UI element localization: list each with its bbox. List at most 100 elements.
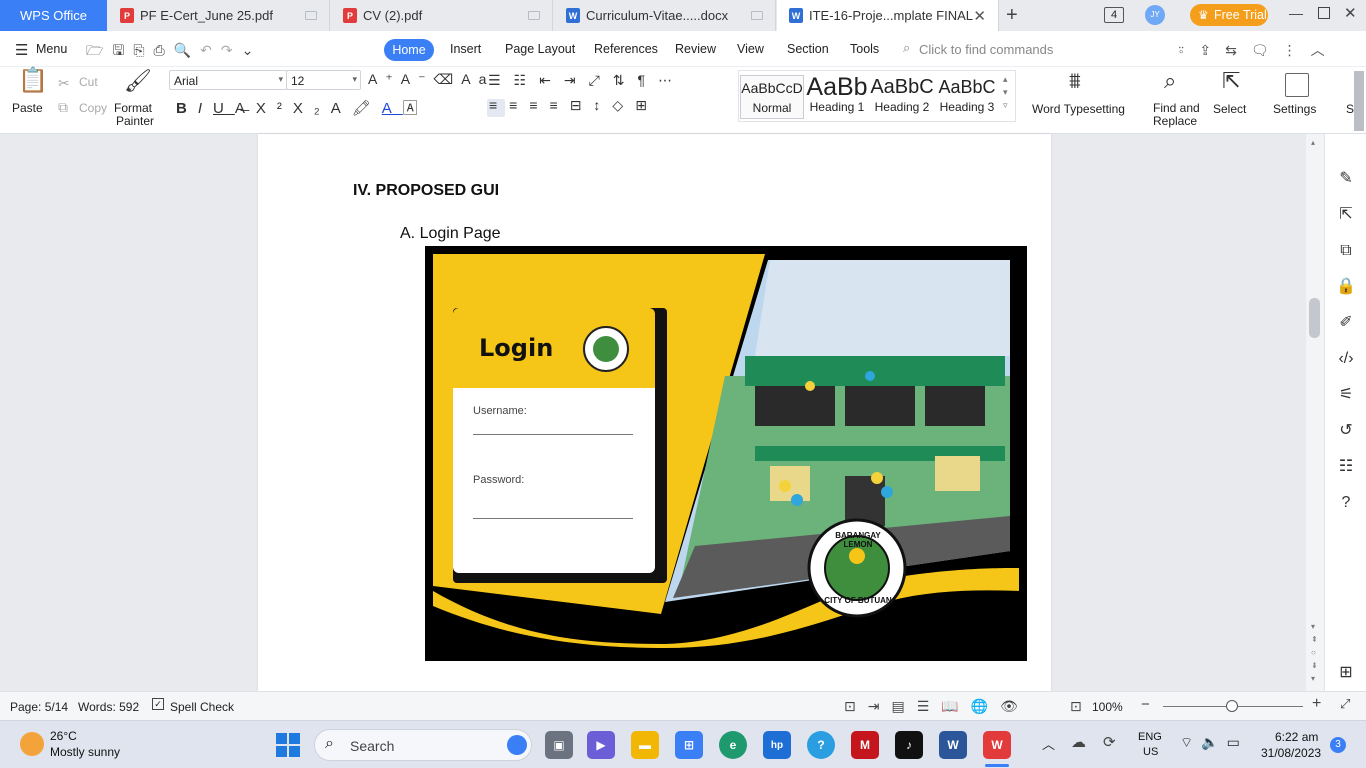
mcafee-icon[interactable]: M bbox=[851, 731, 879, 759]
shrink-font-icon[interactable]: A⁻ bbox=[401, 71, 434, 87]
copy-icon[interactable]: ⧉ bbox=[58, 98, 68, 116]
tray-chevron-icon[interactable]: ︿ bbox=[1042, 734, 1055, 753]
page-indicator[interactable]: Page: 5/14 bbox=[10, 700, 68, 714]
share-icon[interactable]: ⇪ bbox=[1199, 42, 1225, 58]
layout-icon[interactable]: ⇆ bbox=[1225, 42, 1251, 58]
settings-button[interactable]: Settings bbox=[1273, 103, 1316, 116]
scroll-up-icon[interactable]: ▴ bbox=[1311, 138, 1315, 147]
fullscreen-icon[interactable]: ⤢ bbox=[1340, 696, 1350, 712]
exit-icon[interactable]: ⇥ bbox=[868, 698, 892, 714]
weather-temp[interactable]: 26°C bbox=[50, 729, 77, 743]
clock-date[interactable]: 31/08/2023 bbox=[1261, 746, 1321, 760]
style-normal[interactable]: AaBbCcD Normal bbox=[740, 75, 804, 119]
tab-tools[interactable]: Tools bbox=[850, 42, 879, 56]
minimize-icon[interactable]: — bbox=[1289, 5, 1303, 21]
close-window-icon[interactable]: ✕ bbox=[1344, 4, 1357, 22]
superscript-icon[interactable]: X² bbox=[256, 100, 293, 117]
line-spacing-icon[interactable]: ↕ bbox=[593, 97, 612, 113]
lock-icon[interactable]: 🔒 bbox=[1335, 276, 1357, 298]
sliders-icon[interactable]: ⚟ bbox=[1335, 384, 1357, 406]
focus-mode-icon[interactable]: ⊡ bbox=[844, 698, 868, 714]
tab-window-icon[interactable] bbox=[528, 11, 540, 20]
code-icon[interactable]: ‹/› bbox=[1335, 348, 1357, 370]
overflow-label[interactable]: S bbox=[1346, 103, 1354, 116]
style-heading-3[interactable]: AaBbC Heading 3 bbox=[935, 75, 999, 119]
comment-icon[interactable]: 🗨 bbox=[1251, 42, 1283, 58]
store-icon[interactable]: ⊞ bbox=[675, 731, 703, 759]
tab-curriculum-vitae[interactable]: W Curriculum-Vitae.....docx bbox=[554, 0, 776, 31]
strikethrough-icon[interactable]: A̶ bbox=[235, 100, 256, 117]
tab-insert[interactable]: Insert bbox=[450, 42, 481, 56]
cut-button[interactable]: Cut bbox=[79, 76, 98, 89]
tab-window-icon[interactable] bbox=[305, 11, 317, 20]
read-mode-icon[interactable]: 📖 bbox=[941, 698, 970, 714]
distribute-icon[interactable]: ⊟ bbox=[570, 97, 594, 113]
web-view-icon[interactable]: 🌐 bbox=[971, 698, 1000, 714]
cursor-icon[interactable]: ⇱ bbox=[1335, 204, 1357, 226]
tab-section[interactable]: Section bbox=[787, 42, 829, 56]
menu-button[interactable]: Menu bbox=[36, 42, 67, 56]
clear-format-icon[interactable]: ⌫ bbox=[433, 71, 461, 87]
page-view-icon[interactable]: ▤ bbox=[891, 698, 916, 714]
eye-protect-icon[interactable]: 👁 bbox=[1000, 698, 1030, 714]
char-border-icon[interactable]: 🄰 bbox=[403, 100, 429, 117]
task-view-icon[interactable]: ▣ bbox=[545, 731, 573, 759]
bullets-icon[interactable]: ☰ bbox=[488, 72, 514, 88]
word-app-icon[interactable]: W bbox=[939, 731, 967, 759]
select-button[interactable]: Select bbox=[1213, 103, 1246, 116]
username-field[interactable] bbox=[473, 434, 633, 435]
onedrive-icon[interactable]: ☁ bbox=[1071, 733, 1086, 751]
language-region[interactable]: US bbox=[1143, 746, 1158, 758]
taskbar-search-box[interactable]: ⌕ Search bbox=[314, 729, 532, 761]
paste-button[interactable]: Paste bbox=[12, 102, 43, 115]
paste-icon[interactable]: 📋 bbox=[18, 69, 48, 93]
open-folder-icon[interactable]: 🗁 bbox=[86, 42, 112, 58]
save-icon[interactable]: 🖫 bbox=[112, 42, 133, 58]
tab-references[interactable]: References bbox=[594, 42, 658, 56]
show-marks-icon[interactable]: ¶ bbox=[638, 72, 659, 88]
restore-icon[interactable] bbox=[1318, 7, 1330, 19]
spell-check-button[interactable]: Spell Check bbox=[170, 700, 234, 714]
window-count-badge[interactable]: 4 bbox=[1104, 7, 1124, 23]
word-count[interactable]: Words: 592 bbox=[78, 700, 139, 714]
tab-pf-ecert[interactable]: P PF E-Cert_June 25.pdf bbox=[108, 0, 330, 31]
tiktok-icon[interactable]: ♪ bbox=[895, 731, 923, 759]
copy-button[interactable]: Copy bbox=[79, 102, 107, 115]
subscript-icon[interactable]: X₂ bbox=[293, 100, 331, 117]
tab-review[interactable]: Review bbox=[675, 42, 716, 56]
decrease-indent-icon[interactable]: ⇤ bbox=[539, 72, 564, 88]
battery-icon[interactable]: ▭ bbox=[1227, 734, 1248, 750]
avatar[interactable]: JY bbox=[1145, 5, 1165, 25]
format-painter-icon[interactable]: 🖌 bbox=[124, 70, 152, 92]
sync-icon[interactable]: ⟳ bbox=[1103, 733, 1116, 751]
find-replace-label-2[interactable]: Replace bbox=[1153, 115, 1197, 128]
font-size-select[interactable]: 12 ▾ bbox=[286, 70, 361, 90]
chinese-layout-icon[interactable]: ⤢ bbox=[589, 72, 613, 88]
weather-desc[interactable]: Mostly sunny bbox=[50, 745, 120, 759]
notification-badge[interactable]: 3 bbox=[1330, 737, 1346, 753]
undo-icon[interactable]: ↶ bbox=[200, 42, 221, 58]
outline-view-icon[interactable]: ☰ bbox=[917, 698, 942, 714]
bold-icon[interactable]: B bbox=[176, 100, 198, 117]
shading-icon[interactable]: ◇ bbox=[612, 97, 635, 113]
weather-sun-icon[interactable] bbox=[20, 732, 44, 756]
tab-ite16-project[interactable]: W ITE-16-Proje...mplate FINAL ✕ bbox=[777, 0, 999, 31]
align-center-icon[interactable]: ≡ bbox=[509, 97, 529, 113]
meet-icon[interactable]: ▶ bbox=[587, 731, 615, 759]
format-painter-label-2[interactable]: Painter bbox=[116, 115, 154, 128]
style-heading-1[interactable]: AaBb Heading 1 bbox=[806, 75, 868, 119]
style-heading-2[interactable]: AaBbC Heading 2 bbox=[870, 75, 934, 119]
collapse-ribbon-icon[interactable]: ︿ bbox=[1311, 42, 1339, 58]
text-effect-icon[interactable]: A bbox=[331, 100, 352, 117]
new-tab-button[interactable]: + bbox=[1006, 4, 1018, 27]
font-family-select[interactable]: Arial ▾ bbox=[169, 70, 287, 90]
outline-icon[interactable]: ☷ bbox=[1335, 456, 1357, 478]
grid-view-icon[interactable]: ⊞ bbox=[1335, 662, 1357, 684]
increase-indent-icon[interactable]: ⇥ bbox=[564, 72, 589, 88]
scroll-thumb[interactable] bbox=[1309, 298, 1320, 338]
tab-page-layout[interactable]: Page Layout bbox=[505, 42, 575, 56]
share-user-icon[interactable]: ⍤ bbox=[1177, 42, 1199, 58]
tray-status-icons[interactable]: ⌔🔈▭ bbox=[1180, 734, 1248, 752]
tab-view[interactable]: View bbox=[737, 42, 764, 56]
password-field[interactable] bbox=[473, 518, 633, 519]
